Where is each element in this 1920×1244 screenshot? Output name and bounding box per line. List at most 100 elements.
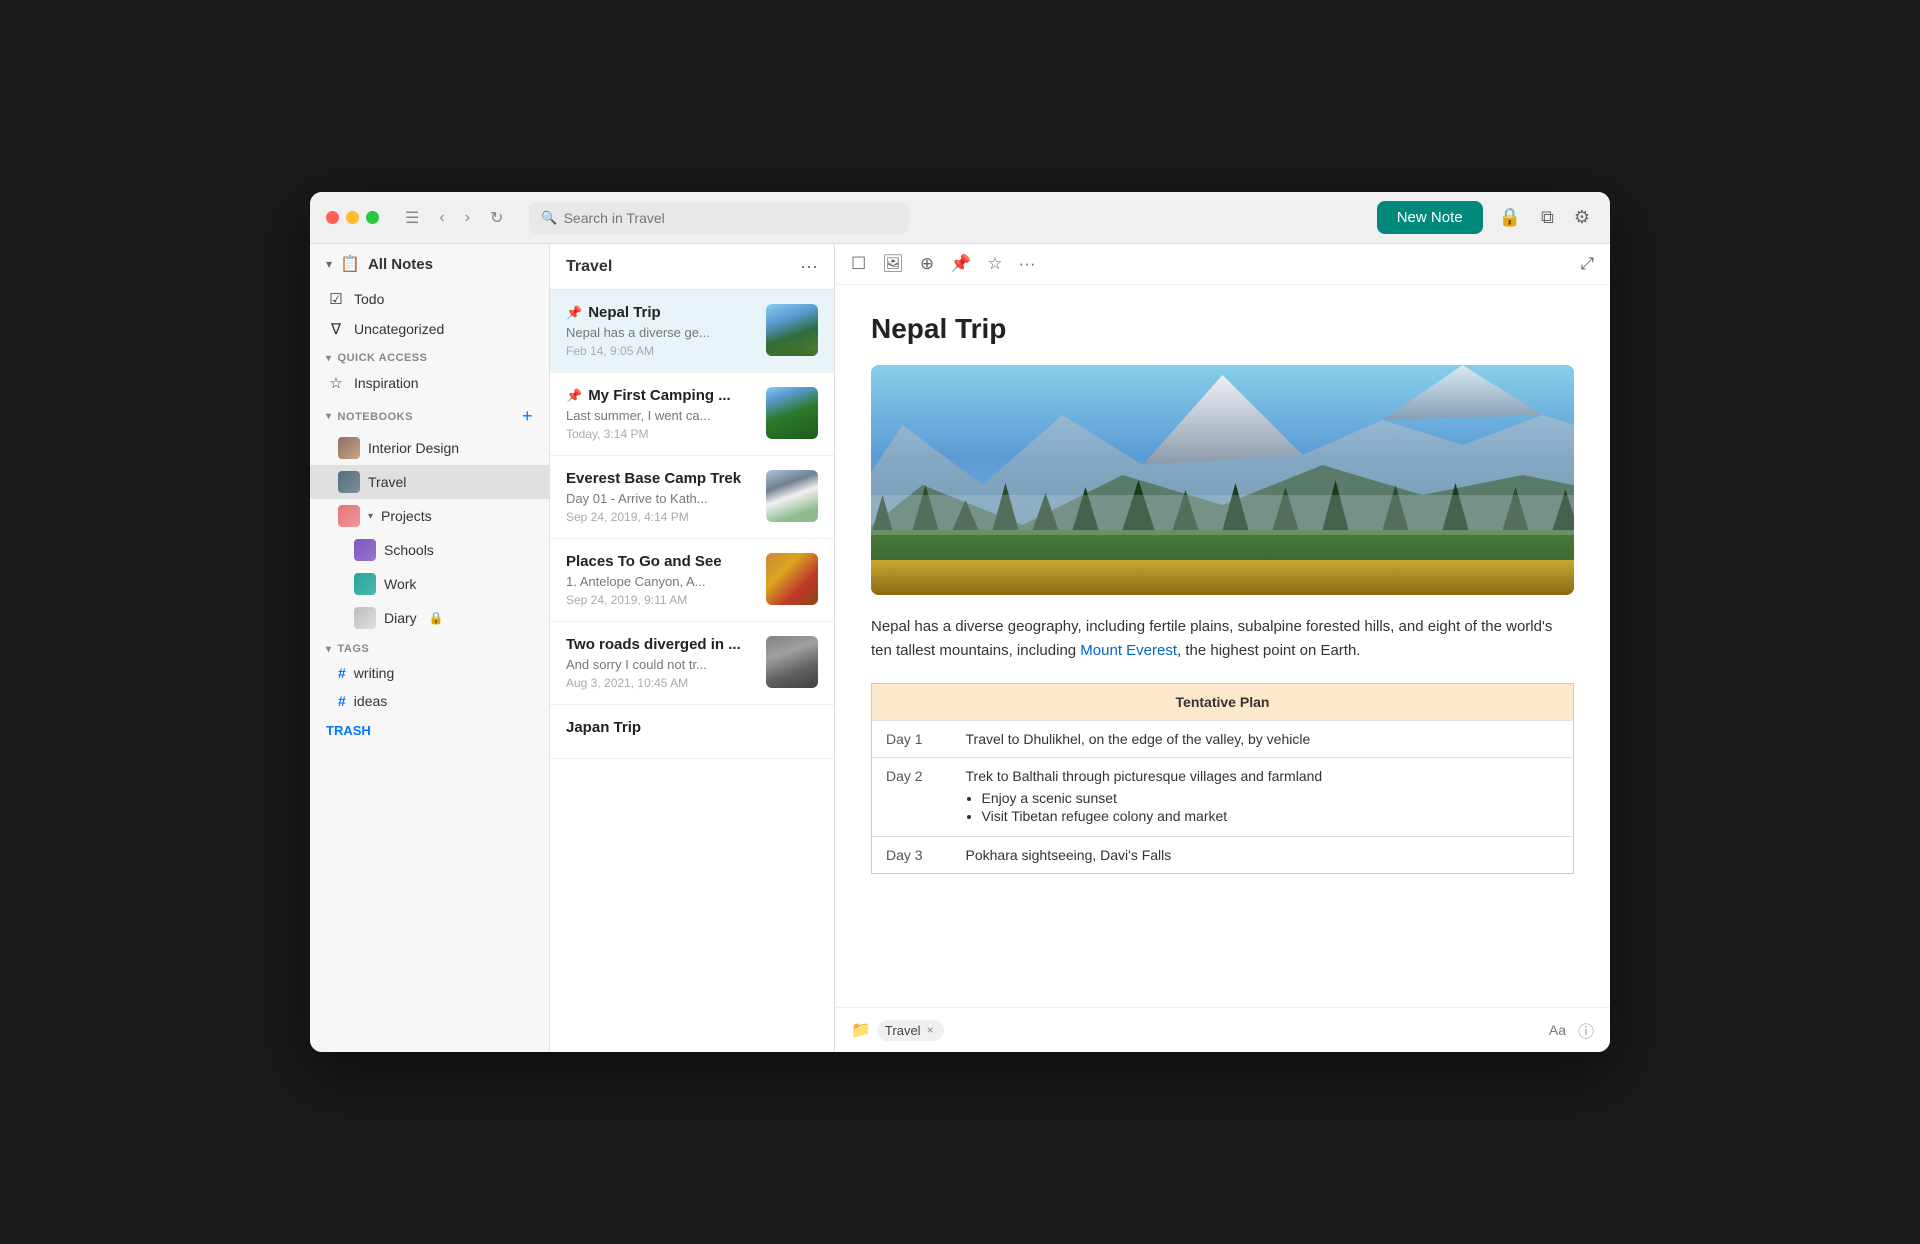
sidebar-item-interior-design[interactable]: Interior Design bbox=[310, 431, 549, 465]
note-item-camping[interactable]: 📌 My First Camping ... Last summer, I we… bbox=[550, 373, 834, 456]
search-icon: 🔍 bbox=[541, 210, 557, 226]
editor-toolbar: ☐ 🖼 ⊕ 📌 ☆ ··· ⤢ bbox=[835, 244, 1610, 285]
lock-icon[interactable]: 🔒 bbox=[1495, 203, 1525, 232]
writing-tag-label: writing bbox=[354, 665, 394, 681]
star-toolbar-icon[interactable]: ☆ bbox=[987, 254, 1002, 274]
settings-icon[interactable]: ⚙ bbox=[1570, 203, 1594, 232]
note-title-row: 📌 Nepal Trip bbox=[566, 304, 754, 321]
maximize-button[interactable] bbox=[366, 211, 379, 224]
note-thumbnail-5 bbox=[766, 636, 818, 688]
note-item-japan[interactable]: Japan Trip bbox=[550, 705, 834, 759]
note-thumbnail-2 bbox=[766, 387, 818, 439]
ideas-tag-label: ideas bbox=[354, 693, 387, 709]
todo-icon: ☑ bbox=[326, 290, 346, 308]
font-size-button[interactable]: Aa bbox=[1549, 1022, 1566, 1038]
image-icon[interactable]: 🖼 bbox=[882, 254, 904, 274]
day-3-cell: Day 3 bbox=[872, 837, 952, 874]
note-item-content-3: Everest Base Camp Trek Day 01 - Arrive t… bbox=[566, 470, 754, 524]
work-label: Work bbox=[384, 576, 416, 592]
close-button[interactable] bbox=[326, 211, 339, 224]
note-thumbnail bbox=[766, 304, 818, 356]
sidebar-item-uncategorized[interactable]: ∇ Uncategorized bbox=[310, 314, 549, 344]
trash-item[interactable]: TRASH bbox=[310, 715, 549, 746]
quick-access-chevron[interactable]: ▾ bbox=[326, 353, 332, 364]
notes-list-header: Travel ··· bbox=[550, 244, 834, 290]
note-title-row-5: Two roads diverged in ... bbox=[566, 636, 754, 653]
note-item-everest[interactable]: Everest Base Camp Trek Day 01 - Arrive t… bbox=[550, 456, 834, 539]
mount-everest-link[interactable]: Mount Everest bbox=[1080, 642, 1177, 659]
duplicate-icon[interactable]: ⧉ bbox=[1537, 203, 1558, 232]
tentative-plan-table: Tentative Plan Day 1 Travel to Dhulikhel… bbox=[871, 683, 1574, 874]
more-options-icon[interactable]: ··· bbox=[1019, 254, 1036, 274]
note-item-roads[interactable]: Two roads diverged in ... And sorry I co… bbox=[550, 622, 834, 705]
notes-list-menu-button[interactable]: ··· bbox=[800, 256, 818, 277]
projects-thumb bbox=[338, 505, 360, 527]
notebooks-chevron[interactable]: ▾ bbox=[326, 411, 332, 422]
forward-button[interactable]: › bbox=[459, 206, 476, 230]
main-content: ▾ 📋 All Notes ☑ Todo ∇ Uncategorized ▾ Q… bbox=[310, 244, 1610, 1052]
day-1-cell: Day 1 bbox=[872, 721, 952, 758]
note-item-content-2: 📌 My First Camping ... Last summer, I we… bbox=[566, 387, 754, 441]
sidebar-item-work[interactable]: Work bbox=[310, 567, 549, 601]
diary-label: Diary bbox=[384, 610, 417, 626]
table-row: Day 3 Pokhara sightseeing, Davi's Falls bbox=[872, 837, 1574, 874]
search-input[interactable] bbox=[564, 210, 898, 226]
minimize-button[interactable] bbox=[346, 211, 359, 224]
day-2-cell: Day 2 bbox=[872, 758, 952, 837]
footer-right: Aa ⓘ bbox=[1549, 1018, 1594, 1042]
editor-footer: 📁 Travel × Aa ⓘ bbox=[835, 1007, 1610, 1052]
titlebar: ☰ ‹ › ↻ 🔍 New Note 🔒 ⧉ ⚙ bbox=[310, 192, 1610, 244]
all-notes-chevron[interactable]: ▾ bbox=[326, 257, 332, 271]
sidebar-item-inspiration[interactable]: ☆ Inspiration bbox=[310, 368, 549, 398]
notebooks-header: ▾ NOTEBOOKS + bbox=[310, 398, 549, 431]
add-circle-icon[interactable]: ⊕ bbox=[920, 254, 934, 274]
tag-hash-icon: # bbox=[338, 665, 346, 681]
editor-title: Nepal Trip bbox=[871, 313, 1574, 345]
sidebar-item-ideas[interactable]: # ideas bbox=[310, 687, 549, 715]
note-preview-3: Day 01 - Arrive to Kath... bbox=[566, 491, 754, 506]
quick-access-label: QUICK ACCESS bbox=[338, 352, 428, 364]
sidebar-item-projects[interactable]: ▾ Projects bbox=[310, 499, 549, 533]
new-note-button[interactable]: New Note bbox=[1377, 201, 1483, 234]
expand-icon[interactable]: ⤢ bbox=[1580, 254, 1594, 274]
interior-design-thumb bbox=[338, 437, 360, 459]
tags-chevron[interactable]: ▾ bbox=[326, 644, 332, 655]
pin-toolbar-icon[interactable]: 📌 bbox=[950, 254, 971, 274]
all-notes-section: ▾ 📋 All Notes bbox=[310, 244, 549, 284]
back-button[interactable]: ‹ bbox=[433, 206, 450, 230]
note-title-row-3: Everest Base Camp Trek bbox=[566, 470, 754, 487]
bullet-item: Visit Tibetan refugee colony and market bbox=[982, 808, 1560, 824]
sidebar-item-travel[interactable]: Travel bbox=[310, 465, 549, 499]
sidebar-item-schools[interactable]: Schools bbox=[310, 533, 549, 567]
sidebar-item-writing[interactable]: # writing bbox=[310, 659, 549, 687]
editor-body-paragraph: Nepal has a diverse geography, including… bbox=[871, 615, 1574, 663]
sidebar-item-diary[interactable]: Diary 🔒 bbox=[310, 601, 549, 635]
tag-chip-close-button[interactable]: × bbox=[927, 1023, 934, 1037]
note-item-places[interactable]: Places To Go and See 1. Antelope Canyon,… bbox=[550, 539, 834, 622]
note-date-3: Sep 24, 2019, 4:14 PM bbox=[566, 510, 754, 524]
note-item-nepal-trip[interactable]: 📌 Nepal Trip Nepal has a diverse ge... F… bbox=[550, 290, 834, 373]
sidebar-item-inspiration-label: Inspiration bbox=[354, 375, 419, 391]
add-notebook-button[interactable]: + bbox=[522, 406, 533, 427]
folder-icon: 📁 bbox=[851, 1020, 871, 1040]
note-preview-4: 1. Antelope Canyon, A... bbox=[566, 574, 754, 589]
note-date-2: Today, 3:14 PM bbox=[566, 427, 754, 441]
note-thumbnail-4 bbox=[766, 553, 818, 605]
hamburger-button[interactable]: ☰ bbox=[399, 206, 425, 230]
projects-chevron: ▾ bbox=[368, 511, 373, 522]
all-notes-label[interactable]: All Notes bbox=[368, 256, 433, 273]
note-title-2: My First Camping ... bbox=[588, 387, 731, 404]
refresh-button[interactable]: ↻ bbox=[484, 206, 509, 230]
search-container: 🔍 bbox=[529, 202, 909, 234]
sidebar-item-todo[interactable]: ☑ Todo bbox=[310, 284, 549, 314]
info-button[interactable]: ⓘ bbox=[1578, 1018, 1594, 1042]
traffic-lights bbox=[326, 211, 379, 224]
note-title-6: Japan Trip bbox=[566, 719, 641, 736]
note-date-5: Aug 3, 2021, 10:45 AM bbox=[566, 676, 754, 690]
notebooks-label: NOTEBOOKS bbox=[338, 411, 413, 423]
table-row: Day 1 Travel to Dhulikhel, on the edge o… bbox=[872, 721, 1574, 758]
notes-items-container: 📌 Nepal Trip Nepal has a diverse ge... F… bbox=[550, 290, 834, 1052]
footer-left: 📁 Travel × bbox=[851, 1020, 944, 1041]
pin-icon: 📌 bbox=[566, 305, 582, 321]
checkbox-icon[interactable]: ☐ bbox=[851, 254, 866, 274]
